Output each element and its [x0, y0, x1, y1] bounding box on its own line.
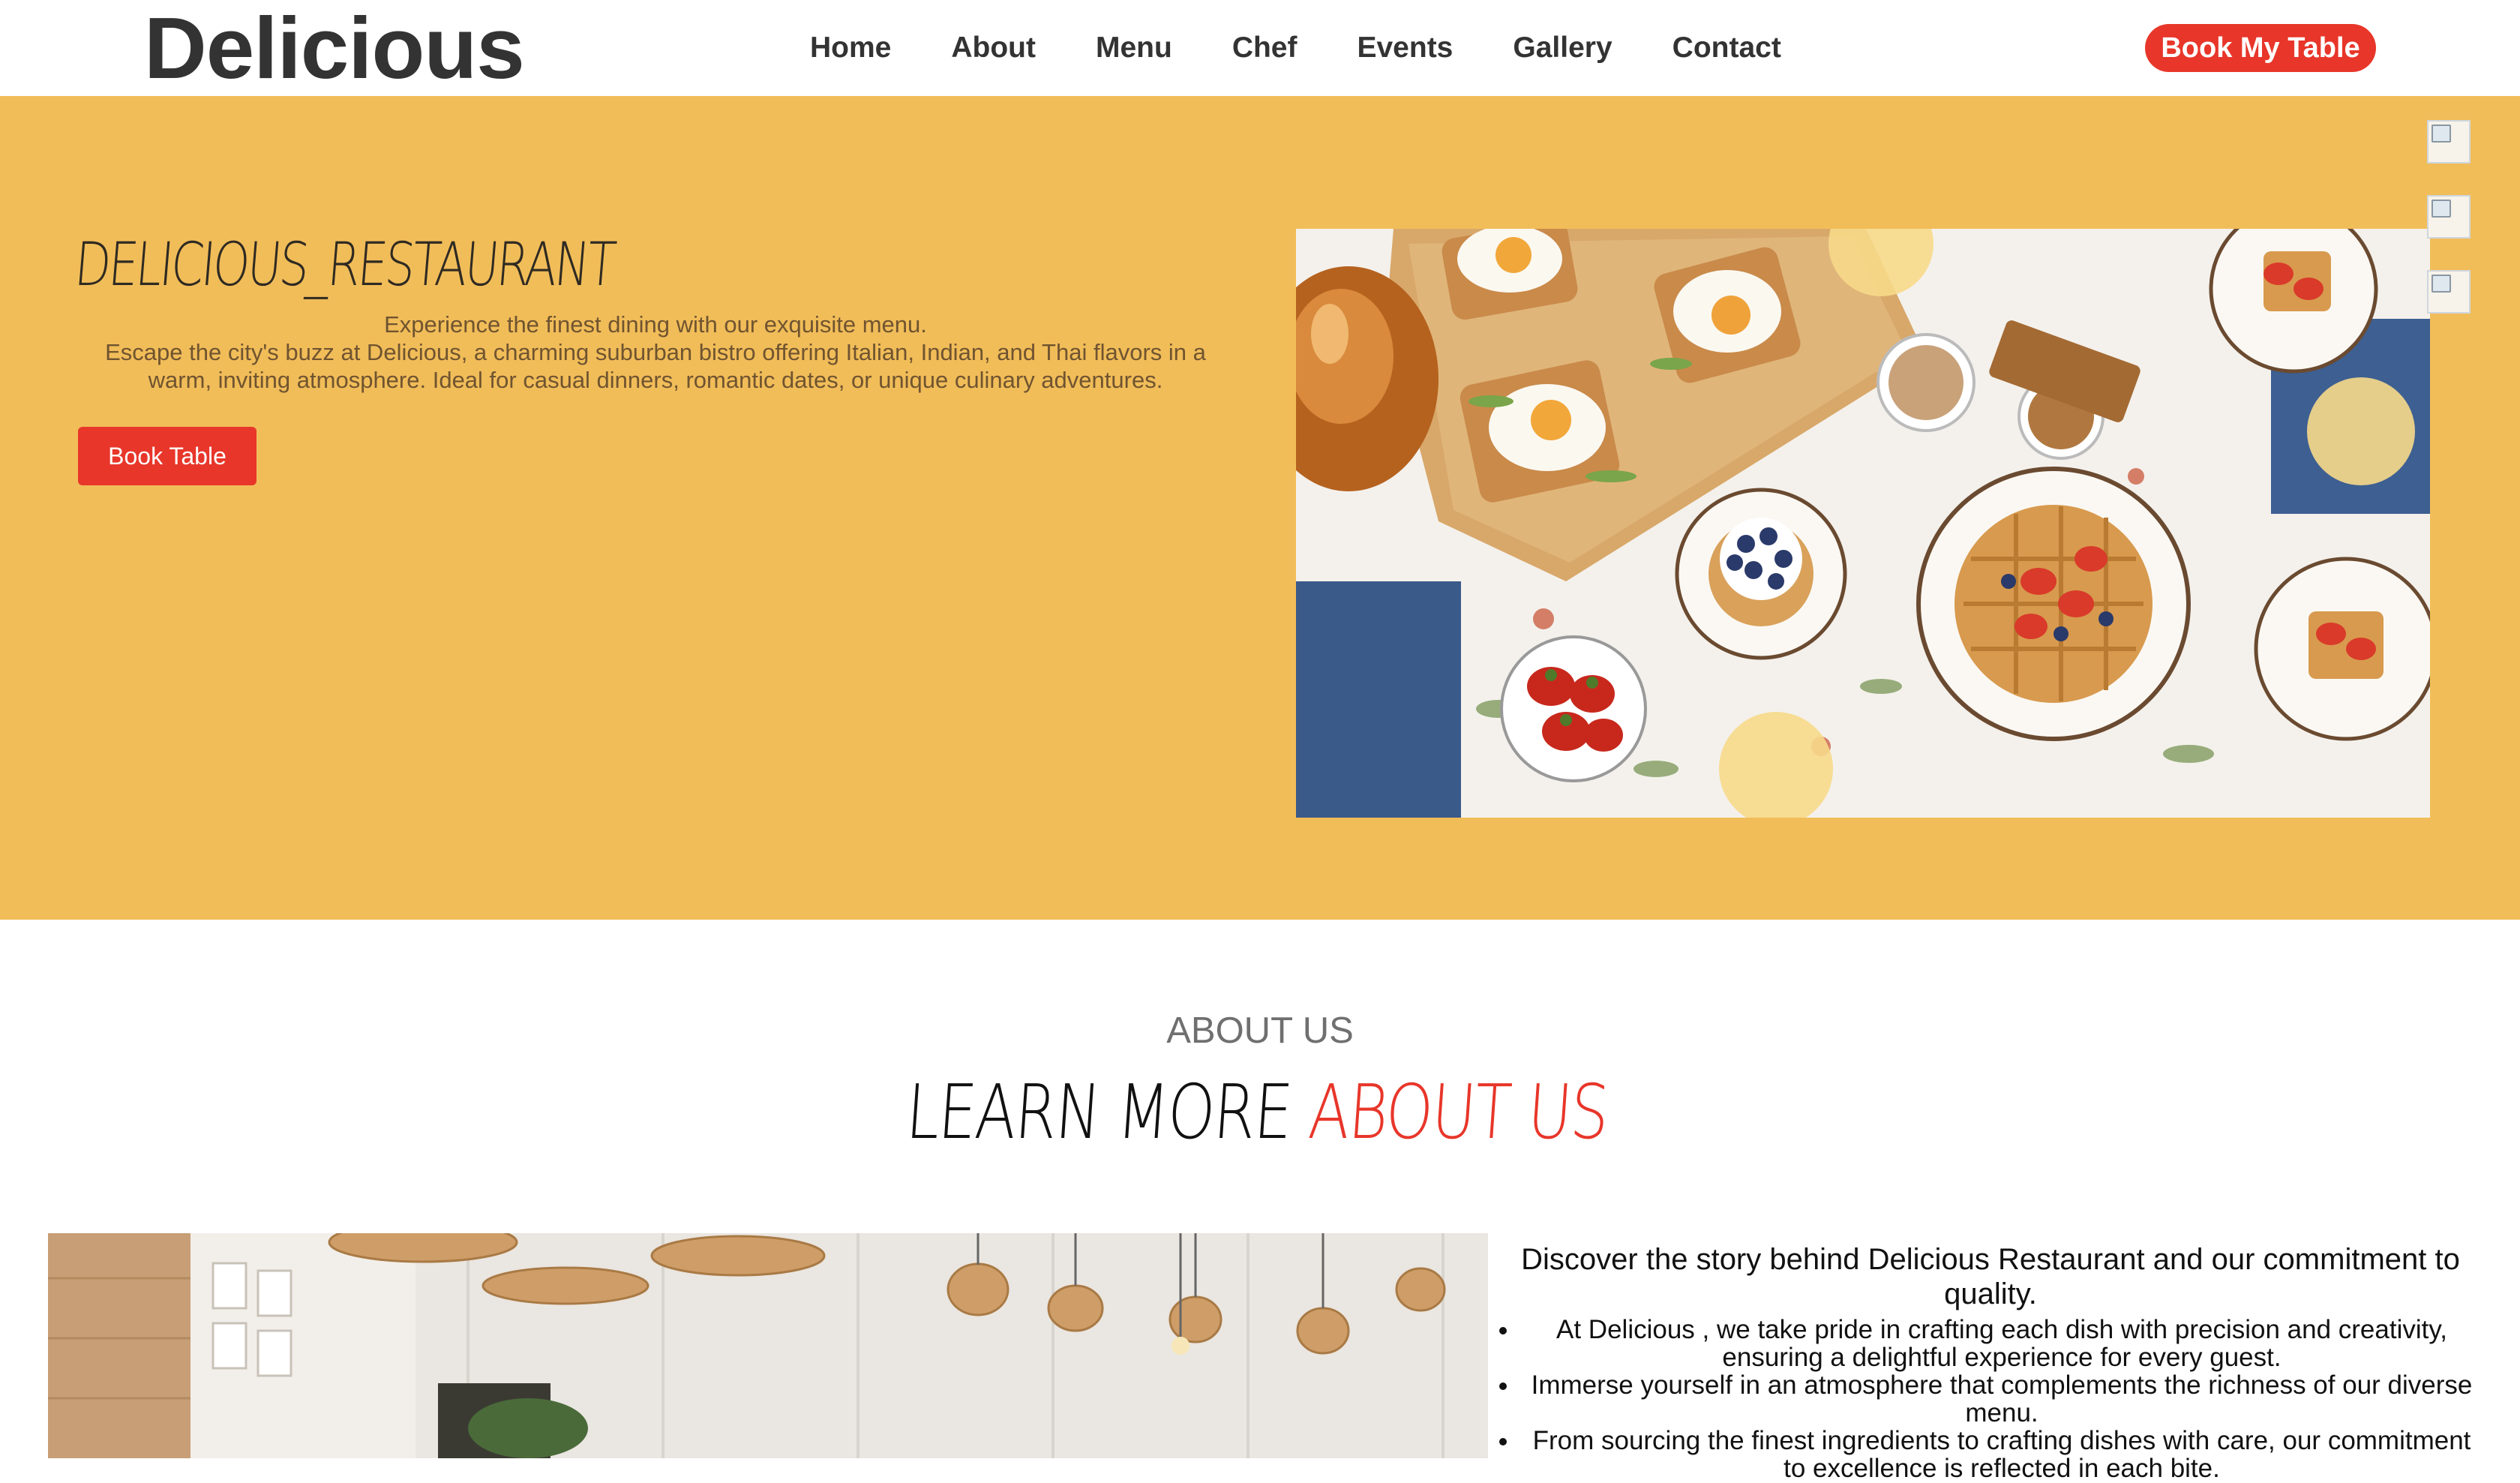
hero-food-image: [1296, 229, 2430, 818]
side-icon-stack: [2427, 120, 2474, 345]
broken-image-icon[interactable]: [2427, 270, 2470, 314]
about-points-list: At Delicious , we take pride in crafting…: [1497, 1316, 2484, 1482]
about-section-label: ABOUT US: [1166, 1010, 1354, 1051]
about-heading: LEARN MORE ABOUT US: [0, 1068, 2520, 1156]
nav-menu[interactable]: Menu: [1096, 32, 1172, 65]
broken-image-icon[interactable]: [2427, 195, 2470, 239]
nav-contact[interactable]: Contact: [1672, 32, 1781, 65]
nav-home[interactable]: Home: [810, 32, 891, 65]
main-nav: Home About Menu Chef Events Gallery Cont…: [810, 0, 1841, 96]
hero-tagline: Experience the finest dining with our ex…: [384, 311, 927, 338]
hero-description: Escape the city's buzz at Delicious, a c…: [105, 339, 1206, 393]
about-point: Immerse yourself in an atmosphere that c…: [1520, 1371, 2484, 1427]
about-text-block: Discover the story behind Delicious Rest…: [1497, 1242, 2484, 1482]
nav-about[interactable]: About: [951, 32, 1036, 65]
hero-section: DELICIOUS_RESTAURANT Experience the fine…: [0, 96, 2520, 920]
about-heading-part2: ABOUT US: [1306, 1068, 1611, 1156]
site-header: Delicious Home About Menu Chef Events Ga…: [0, 0, 2520, 96]
book-table-button[interactable]: Book Table: [78, 427, 256, 485]
hero-title: DELICIOUS_RESTAURANT: [72, 230, 617, 299]
broken-image-icon[interactable]: [2427, 120, 2470, 164]
nav-chef[interactable]: Chef: [1232, 32, 1298, 65]
about-point: At Delicious , we take pride in crafting…: [1520, 1316, 2484, 1371]
about-heading-part1: LEARN MORE: [903, 1068, 1294, 1156]
site-logo[interactable]: Delicious: [144, 0, 525, 96]
about-point: From sourcing the finest ingredients to …: [1520, 1427, 2484, 1482]
book-my-table-button[interactable]: Book My Table: [2145, 24, 2376, 72]
about-intro: Discover the story behind Delicious Rest…: [1521, 1243, 2460, 1310]
nav-gallery[interactable]: Gallery: [1513, 32, 1612, 65]
hero-text: Experience the finest dining with our ex…: [78, 311, 1233, 394]
restaurant-interior-image: [48, 1233, 1488, 1458]
nav-events[interactable]: Events: [1357, 32, 1453, 65]
